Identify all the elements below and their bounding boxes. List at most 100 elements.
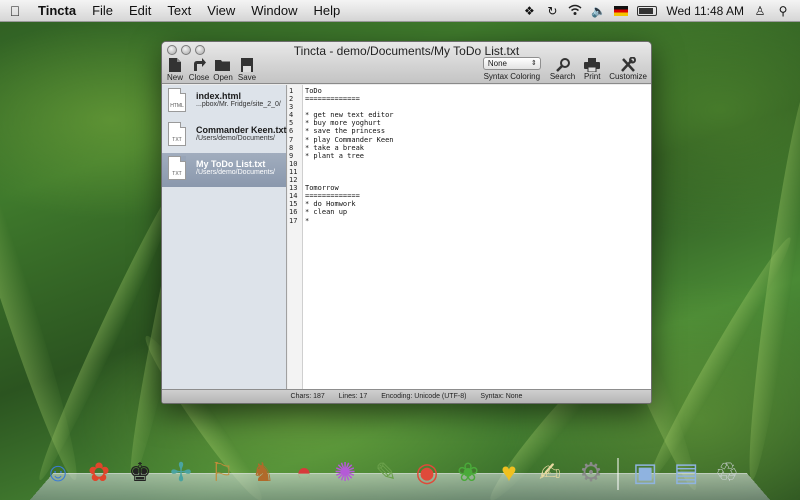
user-icon[interactable]: ♙: [753, 4, 767, 18]
new-button[interactable]: New: [166, 57, 184, 82]
system-preferences-icon[interactable]: ⚙: [573, 454, 609, 490]
spotlight-icon[interactable]: ⚲: [776, 4, 790, 18]
battery-icon[interactable]: [637, 5, 658, 16]
syntax-select-value: None: [487, 59, 507, 68]
text-line[interactable]: * plant a tree: [305, 152, 651, 160]
file-name: My ToDo List.txt: [196, 159, 266, 169]
line-number: 4: [289, 111, 294, 120]
text-line[interactable]: =============: [305, 95, 651, 103]
dock-separator: [617, 458, 619, 490]
text-editor[interactable]: 1 2 3 4 5 6 7 8 9 10 11 12 13 14 15 16 17 ToDo ==========…: [288, 85, 651, 390]
tools-icon: [619, 57, 637, 72]
save-button[interactable]: Save: [238, 57, 256, 82]
line-number: 8: [289, 143, 294, 152]
menu-view[interactable]: View: [199, 0, 243, 22]
text-line[interactable]: * clean up: [305, 208, 651, 216]
close-button[interactable]: Close: [189, 57, 209, 82]
line-number: 16: [289, 208, 298, 217]
apple-icon[interactable]: : [0, 3, 30, 19]
menu-window[interactable]: Window: [243, 0, 305, 22]
dropbox-icon[interactable]: ❖: [522, 4, 536, 18]
open-files-sidebar: HTML index.html ...pbox/Mr. Fridge/site_…: [162, 85, 287, 390]
text-line[interactable]: * play Commander Keen: [305, 136, 651, 144]
applications-folder-icon[interactable]: ▣: [627, 454, 663, 490]
file-item-my-todo-list[interactable]: TXT My ToDo List.txt /Users/demo/Documen…: [162, 153, 286, 187]
toolbar-left: New Close Open Save: [166, 57, 256, 82]
encoding-status[interactable]: Encoding: Unicode (UTF-8): [381, 390, 466, 403]
line-number: 7: [289, 135, 294, 144]
select-arrows-icon: ⇕: [530, 60, 537, 67]
finder-icon[interactable]: ☺: [40, 454, 76, 490]
text-line[interactable]: =============: [305, 192, 651, 200]
wifi-icon[interactable]: [568, 4, 582, 18]
text-area[interactable]: ToDo ============= * get new text editor *…: [303, 85, 651, 390]
text-line[interactable]: * take a break: [305, 144, 651, 152]
text-line[interactable]: ToDo: [305, 87, 651, 95]
tuxedo-app-icon[interactable]: ♚: [122, 454, 158, 490]
line-number: 5: [289, 119, 294, 128]
window-title: Tincta - demo/Documents/My ToDo List.txt: [293, 44, 520, 58]
file-tag: TXT: [172, 137, 182, 143]
line-number: 17: [289, 216, 298, 225]
menu-text[interactable]: Text: [159, 0, 199, 22]
menu-app-name[interactable]: Tincta: [30, 0, 84, 22]
text-line[interactable]: [305, 176, 651, 184]
status-bar: Chars: 187 Lines: 17 Encoding: Unicode (…: [162, 389, 651, 403]
print-button[interactable]: Print: [583, 57, 601, 81]
text-line[interactable]: [305, 160, 651, 168]
watermelon-app-icon[interactable]: ◓: [286, 454, 322, 490]
char-count: Chars: 187: [290, 393, 325, 400]
txt-file-icon: TXT: [168, 122, 186, 146]
text-line[interactable]: Tomorrow: [305, 184, 651, 192]
search-button[interactable]: Search: [550, 57, 575, 81]
file-item-commander-keen[interactable]: TXT Commander Keen.txt /Users/demo/Docum…: [162, 119, 287, 153]
line-number-gutter: 1 2 3 4 5 6 7 8 9 10 11 12 13 14 15 16 17: [288, 85, 303, 390]
flag-icon[interactable]: [614, 5, 629, 16]
syntax-coloring-select[interactable]: None ⇕: [482, 57, 541, 70]
text-line[interactable]: * do Homwork: [305, 200, 651, 208]
documents-folder-icon[interactable]: ▤: [668, 454, 704, 490]
title-bar[interactable]: Tincta - demo/Documents/My ToDo List.txt…: [162, 42, 651, 84]
editor-window: Tincta - demo/Documents/My ToDo List.txt…: [161, 41, 652, 404]
file-tag: HTML: [170, 103, 184, 109]
duck-app-icon[interactable]: ♥: [491, 454, 527, 490]
dock: ☺ ✿ ♚ ✢ ⚐ ♞ ◓ ✺ ✎ ◉ ❀ ♥ ✍ ⚙ ▣ ▤ ♲: [40, 446, 770, 490]
menu-extras: ❖ ↻ 🔈 Wed 11:48 AM ♙ ⚲: [522, 4, 800, 18]
file-tag: TXT: [172, 171, 182, 177]
line-number: 6: [289, 127, 294, 136]
menu-clock[interactable]: Wed 11:48 AM: [666, 4, 744, 18]
line-number: 11: [289, 167, 298, 176]
syntax-coloring-group: None ⇕ Syntax Coloring: [482, 57, 542, 81]
textedit-icon[interactable]: ✍: [532, 454, 568, 490]
line-number: 2: [289, 95, 294, 104]
file-item-index-html[interactable]: HTML index.html ...pbox/Mr. Fridge/site_…: [162, 85, 286, 119]
octopus-app-icon[interactable]: ✺: [327, 454, 363, 490]
text-line[interactable]: [305, 103, 651, 111]
menu-help[interactable]: Help: [305, 0, 348, 22]
line-number: 10: [289, 159, 298, 168]
customize-button[interactable]: Customize: [609, 57, 647, 81]
text-line[interactable]: * get new text editor: [305, 111, 651, 119]
sync-icon[interactable]: ↻: [545, 4, 559, 18]
text-line[interactable]: * save the princess: [305, 127, 651, 135]
text-line[interactable]: [305, 168, 651, 176]
director-chair-app-icon[interactable]: ⚐: [204, 454, 240, 490]
tasks-app-icon[interactable]: ✎: [368, 454, 404, 490]
kangaroo-app-icon[interactable]: ♞: [245, 454, 281, 490]
chrome-icon[interactable]: ◉: [409, 454, 445, 490]
file-path: ...pbox/Mr. Fridge/site_2_0/: [196, 101, 281, 108]
frog-app-icon[interactable]: ❀: [450, 454, 486, 490]
syntax-status[interactable]: Syntax: None: [480, 390, 522, 403]
trash-icon[interactable]: ♲: [709, 454, 745, 490]
line-number: 3: [289, 103, 294, 112]
volume-icon[interactable]: 🔈: [591, 4, 606, 18]
dragonfly-app-icon[interactable]: ✢: [163, 454, 199, 490]
file-name: index.html: [196, 91, 242, 101]
text-line[interactable]: *: [305, 217, 651, 225]
line-number: 15: [289, 200, 298, 209]
flower-app-icon[interactable]: ✿: [81, 454, 117, 490]
text-line[interactable]: * buy more yoghurt: [305, 119, 651, 127]
menu-edit[interactable]: Edit: [121, 0, 159, 22]
open-button[interactable]: Open: [213, 57, 233, 82]
menu-file[interactable]: File: [84, 0, 121, 22]
